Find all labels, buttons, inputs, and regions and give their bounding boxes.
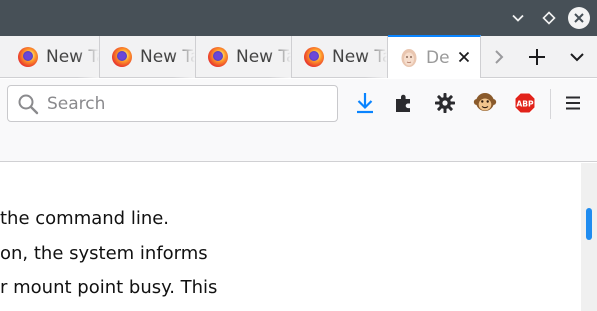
close-tab-button[interactable]: [454, 47, 474, 67]
tab-fade: [269, 36, 291, 78]
scroll-tabs-right-button[interactable]: [482, 36, 516, 78]
chevron-down-icon: [570, 53, 584, 62]
monkey-extension-icon: [473, 93, 497, 111]
hamburger-menu-icon: [566, 96, 580, 110]
firefox-icon: [112, 47, 132, 67]
chevron-down-icon: [512, 14, 524, 22]
open-menu-button[interactable]: [561, 91, 585, 115]
close-window-button[interactable]: [567, 6, 591, 30]
content-line-2: on, the system informs: [0, 243, 208, 264]
chevron-right-icon: [495, 50, 504, 64]
tab-active[interactable]: De: [388, 35, 481, 78]
firefox-icon: [208, 47, 228, 67]
maximize-button[interactable]: [537, 6, 561, 30]
content-line-1: the command line.: [0, 208, 170, 229]
adblock-abp-icon: ABP: [514, 92, 536, 114]
puzzle-extensions-icon: [396, 94, 410, 112]
bookmarks-toolbar: [0, 127, 597, 162]
tab-label: De: [426, 47, 450, 68]
download-icon: [357, 93, 373, 114]
content-line-3: r mount point busy. This: [0, 277, 218, 298]
search-box[interactable]: [7, 85, 338, 122]
search-icon: [18, 94, 39, 114]
abp-label: ABP: [516, 100, 534, 109]
tab-new-tab-3[interactable]: New Tab: [197, 36, 292, 78]
navigation-toolbar: ABP: [0, 79, 597, 127]
close-circle: [568, 7, 590, 29]
window-titlebar: [0, 0, 597, 36]
monkey-extension-button[interactable]: [473, 91, 497, 115]
tab-fade: [365, 36, 387, 78]
gear-icon: [435, 93, 455, 113]
vertical-scrollbar[interactable]: [581, 163, 597, 311]
search-input[interactable]: [47, 93, 317, 114]
adblock-plus-button[interactable]: ABP: [513, 91, 537, 115]
tab-new-tab-2[interactable]: New Tab: [101, 36, 196, 78]
list-all-tabs-button[interactable]: [558, 36, 596, 78]
new-tab-button[interactable]: [518, 36, 556, 78]
tab-new-tab-1[interactable]: New Tab: [8, 36, 100, 78]
scrollbar-thumb[interactable]: [586, 208, 592, 240]
extensions-button[interactable]: [392, 91, 416, 115]
minimize-button[interactable]: [506, 6, 530, 30]
tab-fade: [77, 36, 99, 78]
tab-new-tab-4[interactable]: New Tab: [293, 36, 388, 78]
downloads-button[interactable]: [353, 91, 377, 115]
page-content: the command line. on, the system informs…: [0, 163, 581, 311]
toolbar-separator: [550, 89, 551, 119]
plus-icon: [529, 49, 545, 65]
diamond-icon: [542, 11, 556, 25]
close-icon: [574, 13, 584, 23]
tab-fade: [173, 36, 195, 78]
close-icon: [458, 51, 470, 63]
firefox-icon: [18, 47, 38, 67]
settings-button[interactable]: [433, 91, 457, 115]
firefox-icon: [304, 47, 324, 67]
portrait-favicon: [401, 48, 417, 67]
